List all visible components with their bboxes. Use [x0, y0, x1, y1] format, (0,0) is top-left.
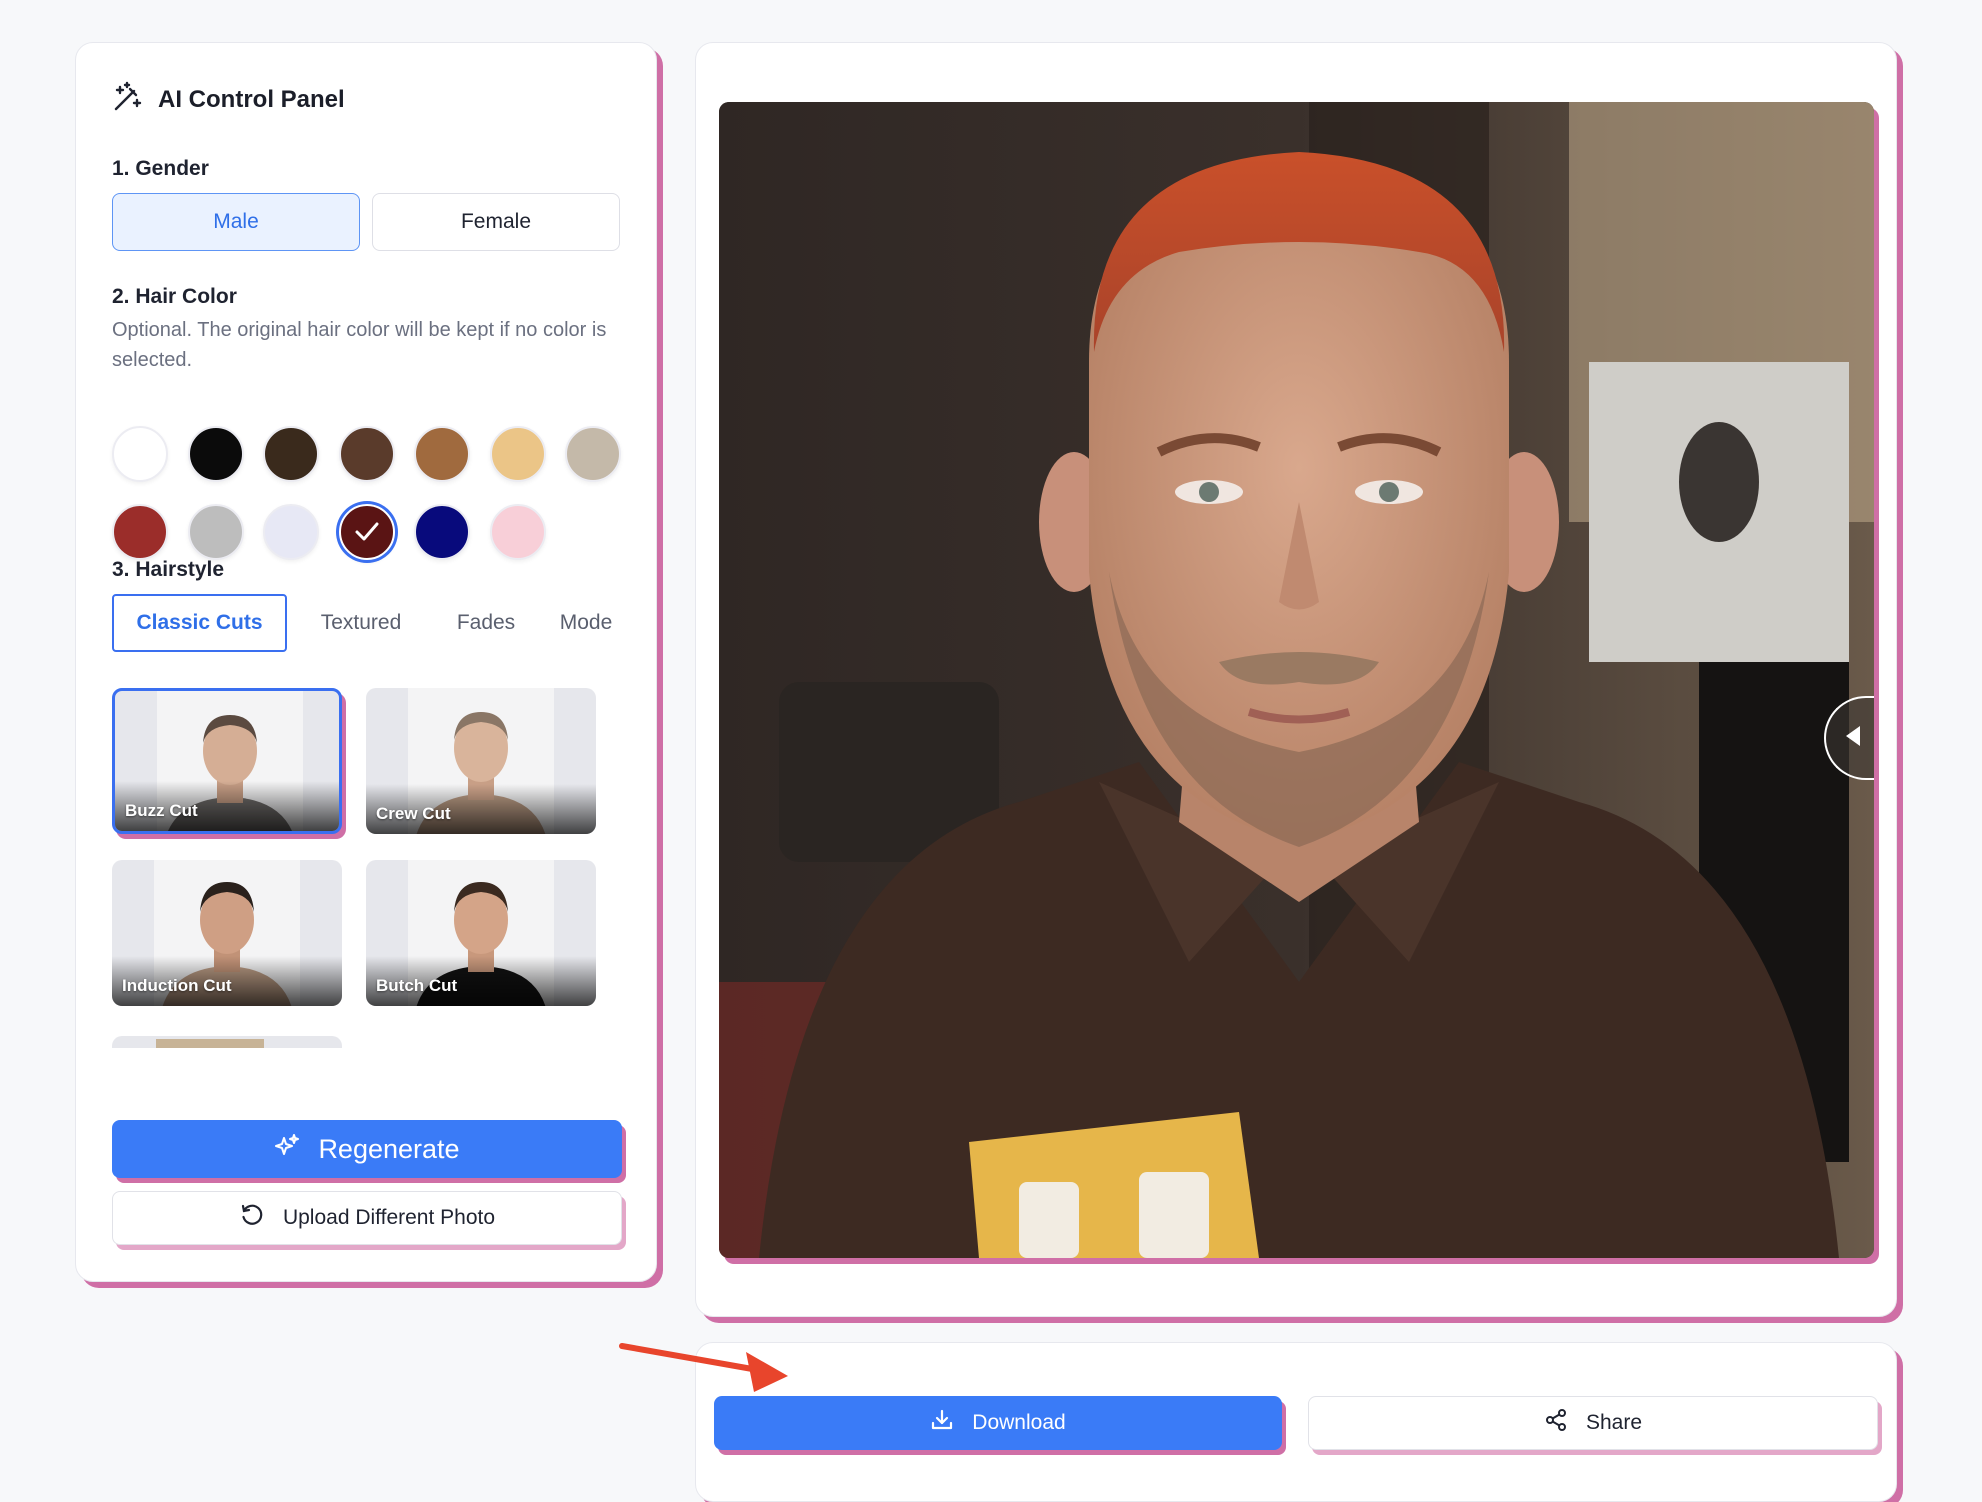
- download-button[interactable]: Download: [714, 1396, 1282, 1450]
- style-card-label: Buzz Cut: [125, 801, 198, 820]
- annotation-arrow: [618, 1336, 798, 1401]
- upload-different-photo-button[interactable]: Upload Different Photo: [112, 1191, 622, 1245]
- hair-color-swatch[interactable]: [338, 426, 395, 482]
- style-card-partial: [112, 1036, 342, 1048]
- hair-color-swatch[interactable]: [263, 504, 319, 560]
- sparkles-icon: [274, 1133, 300, 1166]
- style-card-label: Butch Cut: [376, 976, 458, 995]
- style-card-buzz-cut[interactable]: Buzz Cut: [112, 688, 342, 834]
- hair-color-swatch[interactable]: [489, 426, 546, 482]
- tab-mode[interactable]: Mode: [546, 594, 626, 652]
- result-photo: [719, 102, 1874, 1258]
- hair-color-swatch[interactable]: [489, 504, 546, 560]
- share-label: Share: [1585, 1411, 1643, 1434]
- style-card-induction-cut[interactable]: Induction Cut: [112, 860, 342, 1006]
- gender-label: 1. Gender: [112, 157, 209, 180]
- ai-control-panel: AI Control Panel 1. Gender Male Female 2…: [75, 42, 657, 1282]
- hair-color-swatch[interactable]: [187, 504, 244, 560]
- regenerate-button[interactable]: Regenerate: [112, 1120, 622, 1178]
- download-icon: [930, 1408, 954, 1438]
- panel-header: AI Control Panel: [112, 81, 345, 118]
- regenerate-label: Regenerate: [318, 1133, 460, 1164]
- share-icon: [1544, 1408, 1568, 1438]
- check-icon: [354, 520, 380, 549]
- hair-color-label: 2. Hair Color: [112, 285, 237, 308]
- hair-color-helper: Optional. The original hair color will b…: [112, 319, 607, 371]
- hair-color-swatch[interactable]: [187, 426, 244, 482]
- chevron-left-icon: [1844, 725, 1862, 752]
- gender-female-button[interactable]: Female: [372, 193, 620, 251]
- share-button[interactable]: Share: [1308, 1396, 1878, 1450]
- style-card-label: Crew Cut: [376, 804, 451, 823]
- portrait-result-image: [719, 102, 1874, 1258]
- style-card-crew-cut[interactable]: Crew Cut: [366, 688, 596, 834]
- hair-color-swatch[interactable]: [112, 426, 168, 482]
- style-card-label: Induction Cut: [122, 976, 232, 995]
- magic-wand-icon: [112, 81, 144, 118]
- tab-classic-cuts[interactable]: Classic Cuts: [112, 594, 287, 652]
- result-panel: [695, 42, 1897, 1317]
- hair-color-swatch[interactable]: [565, 426, 621, 482]
- rotate-ccw-icon: [239, 1202, 265, 1234]
- upload-label: Upload Different Photo: [282, 1206, 496, 1229]
- hairstyle-label: 3. Hairstyle: [112, 558, 225, 581]
- tab-textured[interactable]: Textured: [296, 594, 426, 652]
- hair-color-swatch[interactable]: [263, 426, 319, 482]
- style-card-butch-cut[interactable]: Butch Cut: [366, 860, 596, 1006]
- download-label: Download: [972, 1411, 1066, 1434]
- gender-male-button[interactable]: Male: [112, 193, 360, 251]
- hair-color-swatch[interactable]: [414, 426, 470, 482]
- hair-color-swatch[interactable]: [414, 504, 470, 560]
- panel-title: AI Control Panel: [158, 85, 345, 113]
- hair-color-swatch[interactable]: [112, 504, 168, 560]
- actions-panel: Download Share: [695, 1342, 1897, 1502]
- tab-fades[interactable]: Fades: [436, 594, 536, 652]
- hair-color-swatch[interactable]: [338, 504, 395, 560]
